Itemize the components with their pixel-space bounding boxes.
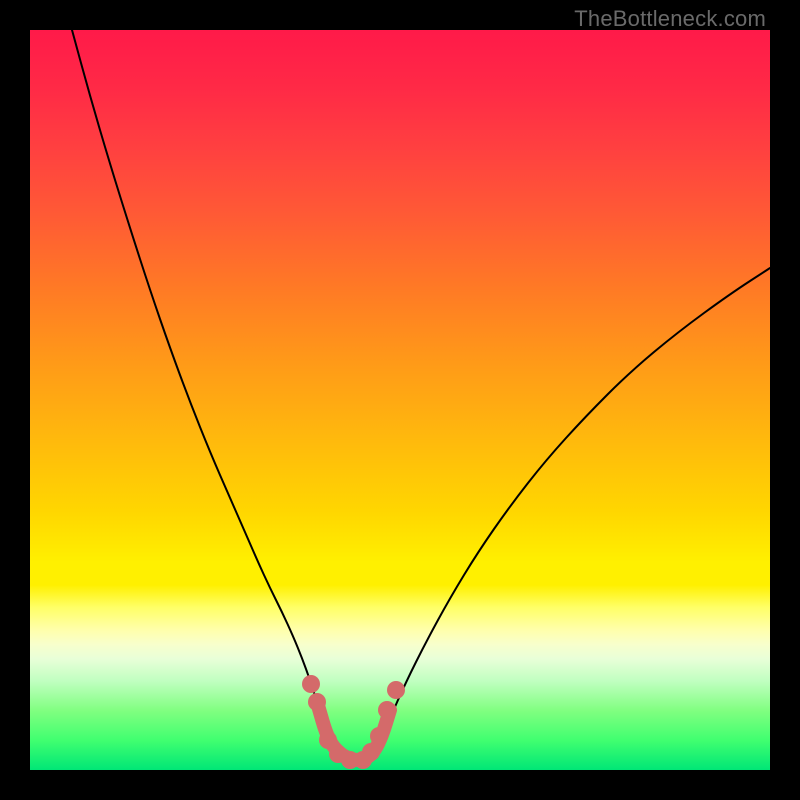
data-point-marker	[378, 701, 396, 719]
data-point-marker	[387, 681, 405, 699]
left-curve	[72, 30, 328, 748]
right-curve	[378, 268, 770, 748]
watermark-text: TheBottleneck.com	[574, 6, 766, 32]
data-point-marker	[308, 693, 326, 711]
data-point-marker	[362, 743, 380, 761]
curve-layer	[30, 30, 770, 770]
chart-frame: TheBottleneck.com	[0, 0, 800, 800]
data-point-marker	[302, 675, 320, 693]
data-point-marker	[370, 727, 388, 745]
plot-area	[30, 30, 770, 770]
